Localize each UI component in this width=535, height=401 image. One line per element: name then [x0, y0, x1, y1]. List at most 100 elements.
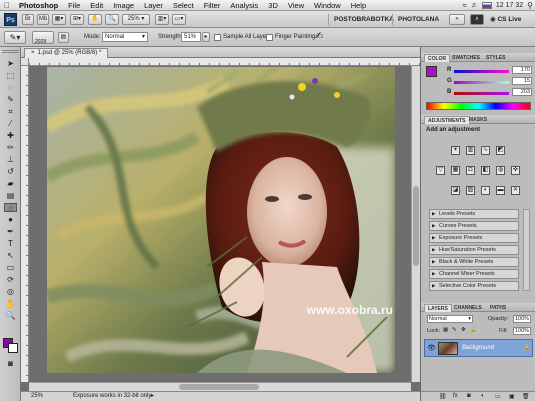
menu-layer[interactable]: Layer — [139, 1, 168, 10]
crop-tool-icon[interactable]: ⌗ — [4, 107, 17, 116]
mini-bridge-button[interactable]: Mb — [37, 14, 49, 25]
pen-tool-icon[interactable]: ✒ — [4, 227, 17, 236]
eyedropper-tool-icon[interactable]: ⁄ — [4, 119, 17, 128]
mode-select[interactable]: Normal ▾ — [102, 32, 148, 42]
layer-name[interactable]: Background — [462, 345, 494, 351]
tools-grip[interactable] — [2, 50, 19, 53]
invert-icon[interactable]: ◪ — [451, 186, 460, 195]
menu-app-photoshop[interactable]: Photoshop — [14, 1, 63, 10]
brightness-contrast-icon[interactable]: ☀ — [451, 146, 460, 155]
new-group-icon[interactable]: ▭ — [495, 393, 501, 400]
strength-input[interactable]: 51% — [181, 32, 201, 42]
ruler-origin[interactable] — [21, 58, 29, 66]
document-tab-close-icon[interactable]: × — [31, 50, 35, 56]
clone-stamp-tool-icon[interactable]: ⊥ — [4, 155, 17, 164]
spotlight-icon[interactable]: ⚲ — [527, 1, 533, 10]
wifi-icon[interactable]: ≈ — [463, 1, 467, 10]
extras-dropdown[interactable]: ▦▾ — [52, 14, 66, 25]
menu-file[interactable]: File — [63, 1, 85, 10]
blue-channel-slider[interactable] — [454, 92, 509, 95]
history-brush-tool-icon[interactable]: ↺ — [4, 167, 17, 176]
preset-black-white[interactable]: Black & White Presets — [429, 257, 519, 267]
tab-swatches[interactable]: SWATCHES — [449, 54, 483, 62]
lock-pixels-icon[interactable]: ✎ — [452, 327, 457, 333]
green-channel-slider[interactable] — [454, 81, 509, 84]
move-tool-icon[interactable]: ➤ — [4, 59, 17, 68]
apple-menu-icon[interactable]:  — [0, 1, 14, 10]
curves-icon[interactable]: ∿ — [481, 146, 490, 155]
layer-visibility-eye-icon[interactable]: 👁 — [427, 344, 436, 352]
red-channel-input[interactable]: 170 — [512, 66, 532, 74]
menu-help[interactable]: Help — [346, 1, 371, 10]
workspace-postobrabotka[interactable]: POSTOBRABOTKA — [328, 14, 399, 25]
pressure-pen-icon[interactable]: ✍ — [315, 31, 323, 42]
quick-mask-icon[interactable]: ◙ — [4, 359, 17, 368]
menu-view[interactable]: View — [283, 1, 309, 10]
menubar-clock[interactable]: 12 17 32 — [496, 2, 523, 9]
tab-paths[interactable]: PATHS — [487, 304, 509, 312]
path-selection-tool-icon[interactable]: ↖ — [4, 251, 17, 260]
brush-panel-toggle-icon[interactable]: ▤ — [58, 32, 69, 43]
vertical-scrollbar[interactable] — [411, 66, 420, 382]
status-zoom[interactable]: 25% — [31, 392, 43, 401]
selective-color-icon[interactable]: ✕ — [511, 186, 520, 195]
healing-brush-tool-icon[interactable]: ✚ — [4, 131, 17, 140]
color-panel-foreground-swatch[interactable] — [426, 66, 437, 77]
blend-mode-select[interactable]: Normal ▾ — [427, 315, 473, 323]
dodge-tool-icon[interactable]: ● — [4, 215, 17, 224]
black-white-icon[interactable]: ◧ — [481, 166, 490, 175]
adjustments-scrollbar[interactable] — [523, 209, 530, 291]
background-color-swatch[interactable] — [8, 343, 18, 353]
brush-tool-icon[interactable]: ✏ — [4, 143, 17, 152]
3d-orbit-tool-icon[interactable]: ◎ — [4, 287, 17, 296]
menu-window[interactable]: Window — [309, 1, 346, 10]
speaker-icon[interactable]: ♬ — [471, 2, 478, 9]
color-balance-icon[interactable]: ⚖ — [466, 166, 475, 175]
lock-all-icon[interactable]: 🔒 — [470, 327, 477, 333]
marquee-tool-icon[interactable]: ⬚ — [4, 71, 17, 80]
sample-all-layers-checkbox[interactable] — [214, 34, 221, 41]
horizontal-scroll-thumb[interactable] — [179, 384, 259, 390]
posterize-icon[interactable]: ▨ — [466, 186, 475, 195]
canvas-image[interactable]: www.oxobra.ru — [47, 67, 395, 373]
bridge-button[interactable]: Br — [22, 14, 34, 25]
link-layers-icon[interactable]: ⛓ — [439, 393, 447, 400]
tab-styles[interactable]: STYLES — [483, 54, 508, 62]
tab-channels[interactable]: CHANNELS — [451, 304, 485, 312]
blue-channel-input[interactable]: 203 — [512, 88, 532, 96]
layer-mask-icon[interactable]: ◙ — [467, 393, 471, 399]
menu-3d[interactable]: 3D — [263, 1, 283, 10]
gradient-map-icon[interactable]: ▬ — [496, 186, 505, 195]
opacity-input[interactable]: 100% — [513, 315, 531, 323]
quick-selection-tool-icon[interactable]: ✎ — [4, 95, 17, 104]
tab-color[interactable]: COLOR — [424, 54, 451, 62]
vibrance-icon[interactable]: ▽ — [436, 166, 445, 175]
green-channel-input[interactable]: 15 — [512, 77, 532, 85]
horizontal-ruler[interactable] — [29, 58, 420, 66]
strength-slider-toggle[interactable]: ▸ — [202, 32, 210, 42]
cs-live-button[interactable]: ◉ CS Live — [490, 15, 521, 23]
photo-filter-icon[interactable]: ◍ — [496, 166, 505, 175]
tool-preset-picker[interactable]: ✎▾ — [4, 31, 26, 44]
menu-analysis[interactable]: Analysis — [225, 1, 263, 10]
tab-layers[interactable]: LAYERS — [424, 304, 452, 312]
levels-icon[interactable]: ▥ — [466, 146, 475, 155]
arrange-documents-dropdown[interactable]: ▥▾ — [155, 14, 169, 25]
menu-select[interactable]: Select — [168, 1, 199, 10]
brush-preset-picker[interactable]: 2028 — [32, 31, 54, 45]
zoom-level-dropdown[interactable]: 25% ▾ — [122, 14, 150, 25]
delete-layer-icon[interactable]: 🗑 — [522, 393, 530, 400]
preset-selective-color[interactable]: Selective Color Presets — [429, 281, 519, 291]
menu-filter[interactable]: Filter — [199, 1, 226, 10]
rectangle-tool-icon[interactable]: ▭ — [4, 263, 17, 272]
tab-adjustments[interactable]: ADJUSTMENTS — [424, 116, 470, 124]
vertical-ruler[interactable] — [21, 66, 29, 382]
zoom-tool-icon[interactable]: 🔍 — [4, 311, 17, 320]
threshold-icon[interactable]: ◐ — [481, 186, 490, 195]
document-tab[interactable]: × 1.psd @ 25% (RGB/8) * — [24, 48, 109, 58]
search-help-icon[interactable]: ⌕ — [470, 14, 484, 25]
type-tool-icon[interactable]: T — [4, 239, 17, 248]
channel-mixer-icon[interactable]: ✜ — [511, 166, 520, 175]
new-layer-icon[interactable]: ▣ — [509, 393, 515, 400]
hand-tool-icon[interactable]: ✋ — [4, 299, 17, 308]
